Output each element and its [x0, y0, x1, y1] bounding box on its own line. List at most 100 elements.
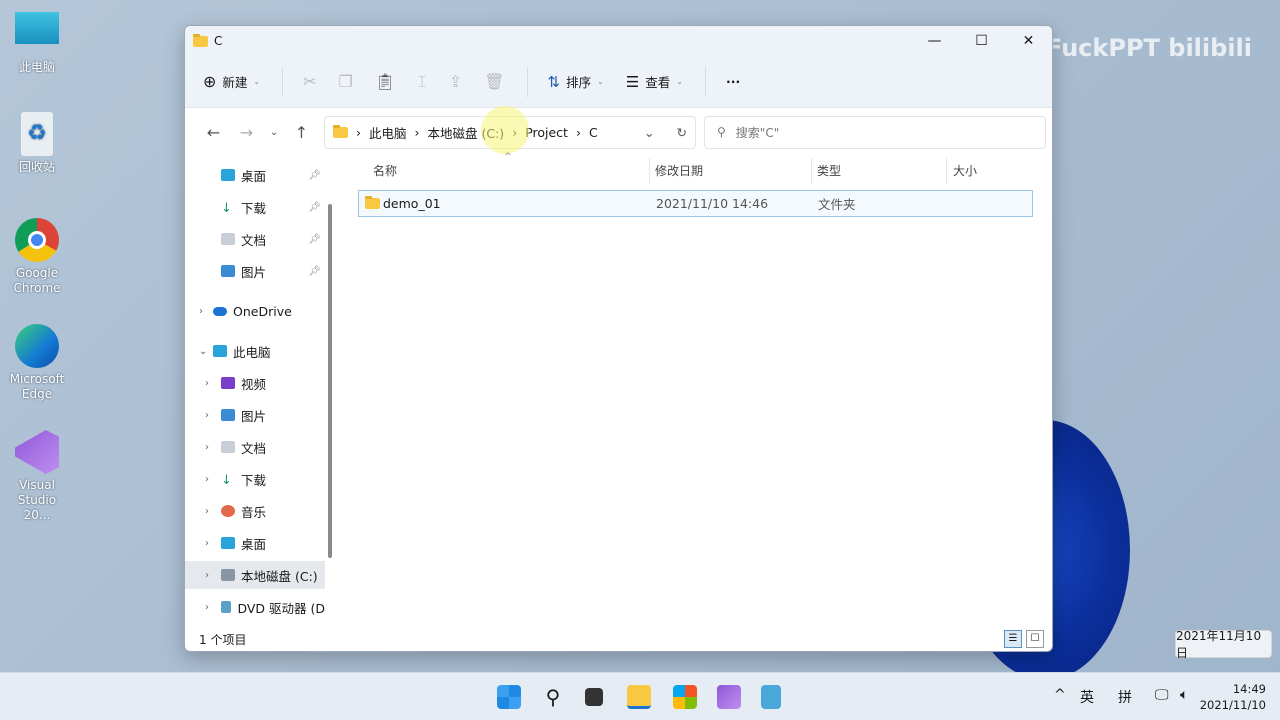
store-button[interactable] [673, 685, 697, 709]
notepad-button[interactable] [761, 685, 781, 709]
breadcrumb-project[interactable]: Project [525, 125, 568, 140]
rename-icon: ⌶ [417, 71, 427, 91]
clock-time: 14:49 [1232, 682, 1266, 696]
task-view-button[interactable] [585, 688, 603, 706]
forward-button[interactable]: → [230, 123, 263, 142]
minimize-button[interactable]: — [911, 33, 958, 49]
back-button[interactable]: ← [197, 123, 230, 142]
clock[interactable]: 14:49 2021/11/10 [1200, 681, 1266, 713]
nav-pc-desktop[interactable]: › 桌面 [185, 529, 325, 557]
nav-pc-dvd-drive[interactable]: › DVD 驱动器 (D [185, 593, 325, 621]
desktop-icon-recycle-bin[interactable]: ♻ 回收站 [4, 112, 70, 175]
file-date: 2021/11/10 14:46 [656, 196, 769, 211]
delete-button[interactable]: 🗑︎ [484, 72, 504, 91]
list-icon: ☰ [625, 72, 640, 91]
language-indicator[interactable]: 英 [1080, 687, 1094, 707]
date-tooltip: 2021年11月10日 [1175, 629, 1272, 660]
title-bar: C — ☐ ✕ [185, 26, 1052, 56]
nav-scrollbar[interactable] [328, 204, 332, 558]
refresh-icon[interactable]: ↻ [677, 125, 687, 140]
ime-indicator[interactable]: 拼 [1118, 687, 1132, 707]
view-button[interactable]: ☰ 查看 ⌄ [626, 72, 683, 91]
address-dropdown-icon[interactable]: ⌄ [644, 125, 654, 140]
new-label: 新建 [222, 75, 248, 90]
new-button[interactable]: ⊕ 新建 ⌄ [203, 72, 260, 91]
nav-pc-pictures[interactable]: › 图片 [185, 401, 325, 429]
video-icon [221, 377, 235, 389]
rename-button[interactable]: ⌶ [417, 72, 427, 92]
nav-quick-documents[interactable]: 文档 📌︎ [185, 225, 325, 253]
nav-pc-downloads[interactable]: › ↓ 下载 [185, 465, 325, 493]
more-button[interactable]: ··· [726, 74, 740, 89]
folder-icon [193, 33, 208, 47]
copy-button[interactable]: ❐ [339, 72, 353, 91]
desktop-icon-this-pc[interactable]: 此电脑 [4, 8, 70, 75]
breadcrumb-c[interactable]: C [589, 125, 598, 140]
cursor-highlight [481, 106, 529, 154]
start-button[interactable] [497, 685, 521, 709]
folder-icon [365, 196, 380, 209]
icon-label: Google Chrome [13, 266, 61, 295]
sort-button[interactable]: ⇅ 排序 ⌄ [548, 72, 604, 91]
column-header-type[interactable]: 类型 [817, 156, 841, 184]
window-title: C [214, 34, 223, 48]
column-header-size[interactable]: 大小 [953, 156, 977, 184]
search-button[interactable]: ⚲ [541, 685, 565, 709]
maximize-button[interactable]: ☐ [958, 33, 1005, 49]
column-header-name[interactable]: 名称 [373, 156, 397, 184]
document-icon [221, 441, 235, 453]
nav-onedrive[interactable]: › OneDrive [185, 297, 325, 325]
icon-label: 此电脑 [18, 60, 55, 74]
nav-pc-local-disk[interactable]: › 本地磁盘 (C:) [185, 561, 325, 589]
desktop-icon-chrome[interactable]: Google Chrome [4, 218, 70, 296]
breadcrumb-this-pc[interactable]: 此电脑 [369, 123, 407, 142]
icon-label: Microsoft Edge [9, 372, 65, 401]
desktop-icon-edge[interactable]: Microsoft Edge [4, 324, 70, 402]
recycle-bin-icon: ♻ [21, 112, 53, 156]
cloud-icon [213, 306, 227, 316]
file-type: 文件夹 [818, 197, 856, 212]
nav-quick-downloads[interactable]: ↓ 下载 📌︎ [185, 193, 325, 221]
close-button[interactable]: ✕ [1005, 33, 1052, 49]
pin-icon: 📌︎ [308, 201, 321, 213]
nav-pc-videos[interactable]: › 视频 [185, 369, 325, 397]
visual-studio-taskbar-button[interactable] [717, 685, 741, 709]
details-view-button[interactable]: ☰ [1004, 630, 1022, 648]
tiles-view-button[interactable]: ☐ [1026, 630, 1044, 648]
share-button[interactable]: ⇪ [449, 72, 462, 91]
recent-locations-button[interactable]: ⌄ [263, 127, 285, 138]
trash-icon: 🗑︎ [484, 72, 505, 91]
share-icon: ⇪ [448, 72, 463, 91]
nav-quick-desktop[interactable]: 桌面 📌︎ [185, 161, 325, 189]
nav-pc-documents[interactable]: › 文档 [185, 433, 325, 461]
network-icon[interactable]: 🖵︎ [1155, 687, 1169, 703]
show-hidden-icons-button[interactable]: ^ [1054, 687, 1066, 703]
nav-this-pc[interactable]: ⌄ 此电脑 [185, 337, 325, 365]
download-icon: ↓ [221, 201, 232, 216]
clock-date: 2021/11/10 [1199, 698, 1266, 712]
file-explorer-taskbar-button[interactable] [627, 685, 651, 709]
desktop-icon [221, 537, 235, 549]
chrome-icon [15, 218, 59, 262]
search-box[interactable]: ⚲ 搜索"C" [704, 115, 1046, 149]
view-label: 查看 [645, 75, 671, 90]
nav-pc-music[interactable]: › 音乐 [185, 497, 325, 525]
search-placeholder: 搜索"C" [735, 125, 780, 140]
paste-button[interactable]: 📋︎ [375, 72, 395, 91]
pin-icon: 📌︎ [308, 169, 321, 181]
cut-button[interactable]: ✂ [303, 72, 316, 91]
dvd-icon [221, 601, 232, 613]
search-icon: ⚲ [717, 125, 726, 139]
column-header-date[interactable]: 修改日期 [655, 156, 703, 184]
desktop-icon-visual-studio[interactable]: Visual Studio 20... [4, 430, 70, 523]
file-row[interactable]: demo_01 2021/11/10 14:46 文件夹 [358, 190, 1033, 217]
up-button[interactable]: ↑ [285, 123, 318, 142]
taskbar: ⚲ ^ 英 拼 🖵︎ 🔈︎ 14:49 2021/11/10 [0, 672, 1280, 720]
document-icon [221, 233, 235, 245]
pin-icon: 📌︎ [308, 265, 321, 277]
nav-quick-pictures[interactable]: 图片 📌︎ [185, 257, 325, 285]
address-row: ← → ⌄ ↑ ›此电脑 ›本地磁盘 (C:) ›Project ›C ⌄ ↻ … [185, 108, 1052, 156]
volume-icon[interactable]: 🔈︎ [1180, 687, 1188, 703]
edge-icon [15, 324, 59, 368]
drive-icon [221, 569, 235, 581]
